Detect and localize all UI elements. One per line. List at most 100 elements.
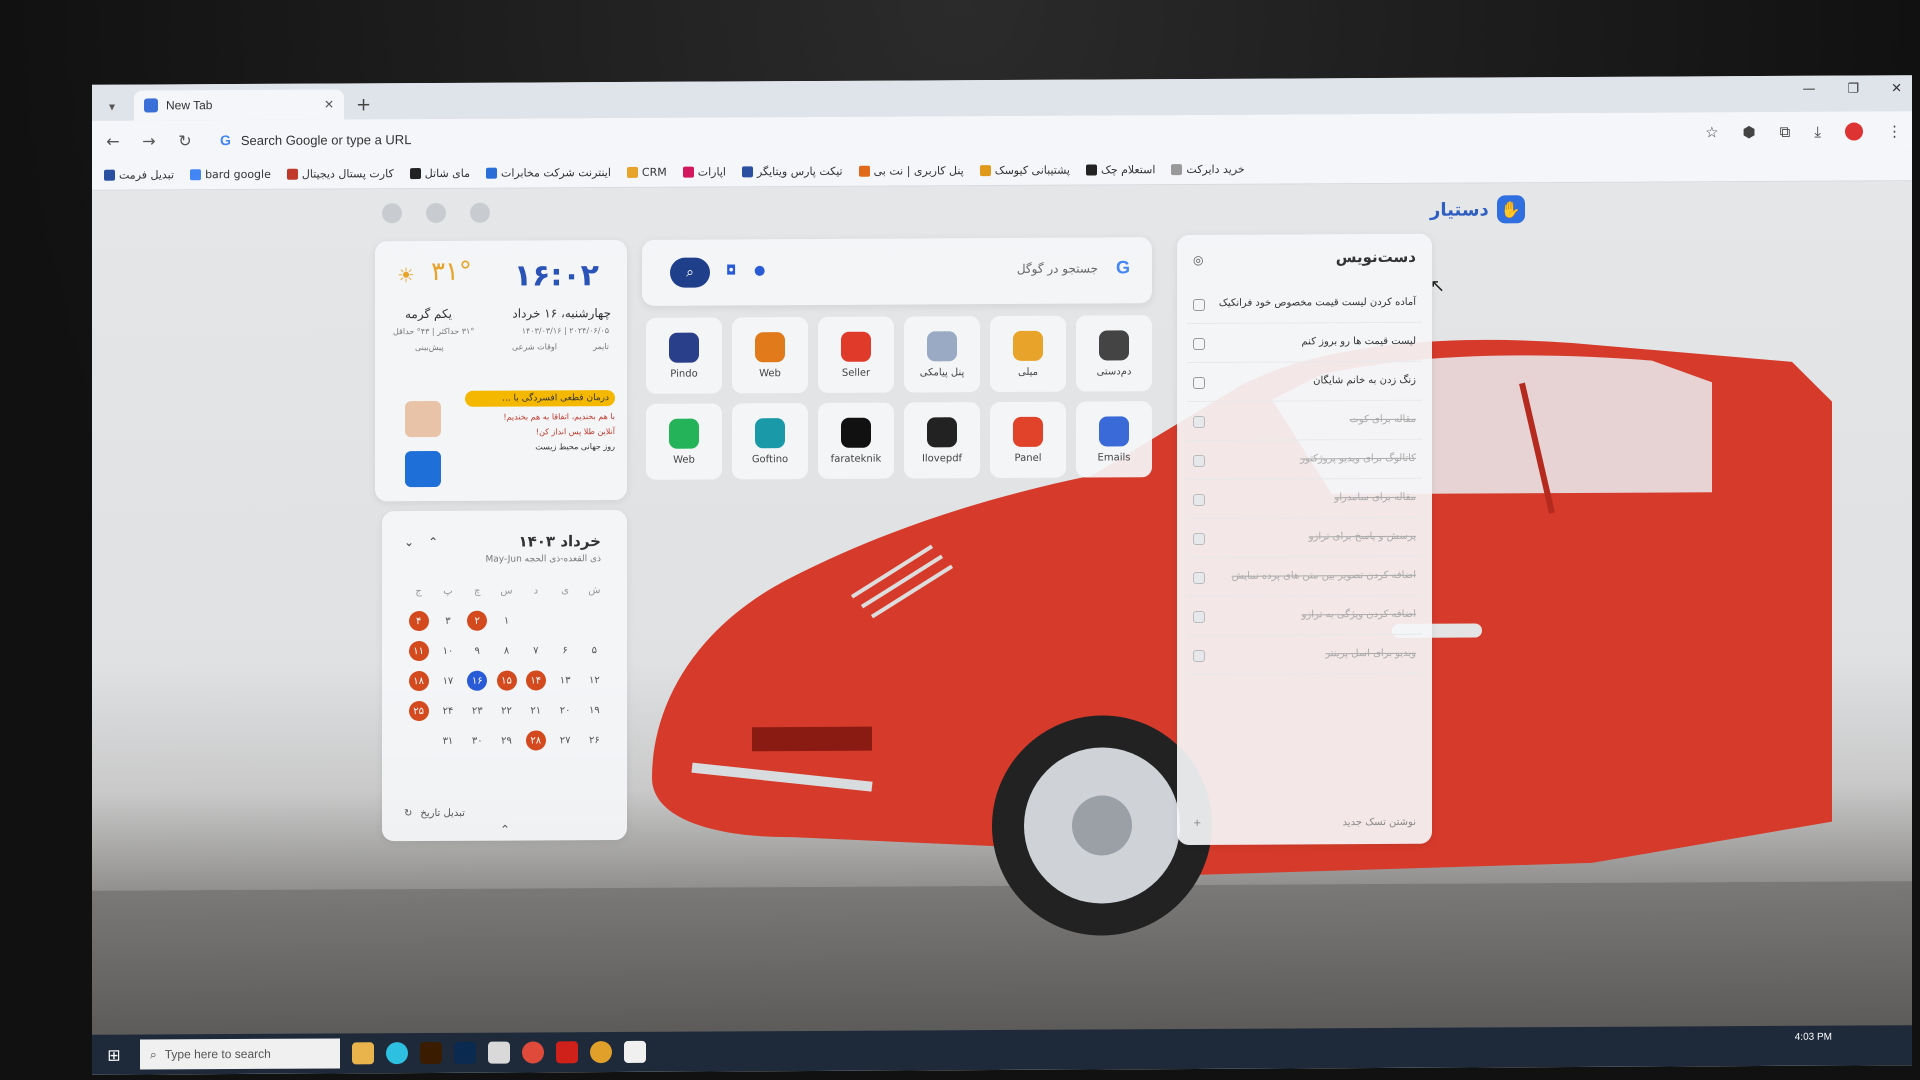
todo-checkbox[interactable] xyxy=(1193,337,1205,350)
calendar-day[interactable]: ۲۱ xyxy=(521,700,550,720)
new-tab-button[interactable]: + xyxy=(356,89,371,119)
todo-item[interactable]: اضافه کردن تصویر بین متن های پرده نمایش xyxy=(1187,556,1422,598)
hide-eye-icon[interactable]: ◎ xyxy=(1193,253,1203,267)
chevron-down-icon[interactable]: ⌄ xyxy=(404,535,414,549)
todo-item[interactable]: آماده کردن لیست قیمت مخصوص خود فرانکیک xyxy=(1187,283,1422,325)
bookmark-item[interactable]: CRM xyxy=(626,166,667,179)
mic-icon[interactable]: ● xyxy=(754,263,765,278)
news-line[interactable]: روز جهانی محیط زیست xyxy=(465,442,615,452)
chrome-icon[interactable] xyxy=(590,1041,612,1064)
bookmark-item[interactable]: تیکت پارس ویتایگر xyxy=(741,165,843,179)
search-button[interactable]: ⌕ xyxy=(670,257,710,288)
calendar-day[interactable]: ۱۸ xyxy=(404,671,433,692)
shortcut-panel[interactable]: Panel xyxy=(990,401,1066,479)
collapse-icon[interactable]: ⌃ xyxy=(500,823,510,837)
mini-app-icon[interactable] xyxy=(405,400,441,438)
todo-checkbox[interactable] xyxy=(1193,415,1205,428)
calendar-title[interactable]: خرداد ۱۴۰۳ xyxy=(518,532,601,550)
todo-checkbox[interactable] xyxy=(1193,571,1205,584)
todo-item[interactable]: کاتالوگ برای ویدیو پروژکتور xyxy=(1187,439,1422,481)
bookmark-item[interactable]: تبدیل فرمت xyxy=(104,168,174,182)
tab-search-button[interactable]: ▾ xyxy=(100,93,124,121)
bookmark-item[interactable]: خرید دایرکت xyxy=(1171,163,1245,176)
profile-avatar[interactable] xyxy=(1845,122,1863,141)
timer-link[interactable]: تایمر xyxy=(593,342,609,351)
taskbar-clock[interactable]: 4:03 PM xyxy=(1795,1032,1832,1043)
calendar-day[interactable]: ۲۷ xyxy=(550,730,579,750)
calendar-day[interactable]: ۵ xyxy=(580,640,609,660)
mini-app-icon[interactable] xyxy=(405,450,441,488)
shortcut-pindo[interactable]: Pindo xyxy=(646,317,722,394)
calendar-day[interactable]: ۱۰ xyxy=(433,641,462,661)
search-input[interactable]: جستجو در گوگل xyxy=(1017,261,1098,275)
news-line[interactable]: آنلاین طلا پس انداز کن! xyxy=(465,427,615,437)
extension-icon[interactable]: ⬢ xyxy=(1743,123,1756,141)
bookmark-item[interactable]: پشتیبانی کیوسک xyxy=(979,164,1070,177)
bookmark-item[interactable]: مای شاتل xyxy=(409,167,470,180)
taskbar-search[interactable]: ⌕ Type here to search xyxy=(140,1038,340,1070)
photos-icon[interactable] xyxy=(624,1040,646,1063)
calendar-day[interactable]: ۱۳ xyxy=(550,670,579,690)
camera-icon[interactable]: ◘ xyxy=(726,263,736,278)
file-explorer-icon[interactable] xyxy=(352,1042,374,1065)
chevron-up-icon[interactable]: ⌃ xyxy=(428,535,438,549)
acrobat-icon[interactable] xyxy=(556,1041,578,1064)
calendar-day[interactable]: ۲۳ xyxy=(463,701,492,721)
bookmark-item[interactable]: bard google xyxy=(190,168,271,181)
illustrator-icon[interactable] xyxy=(420,1041,442,1065)
shortcut-farateknik[interactable]: farateknik xyxy=(818,402,894,479)
download-icon[interactable]: ⤓ xyxy=(1814,123,1821,141)
todo-checkbox[interactable] xyxy=(1193,454,1205,467)
todo-checkbox[interactable] xyxy=(1193,298,1205,311)
calendar-day[interactable]: ۱ xyxy=(492,611,521,631)
shortcut-emails[interactable]: Emails xyxy=(1076,401,1152,478)
calendar-day[interactable]: ۱۹ xyxy=(580,700,609,720)
shortcut-whatsapp[interactable]: Web xyxy=(646,403,722,480)
add-task-row[interactable]: نوشتن تسک جدید + xyxy=(1187,811,1422,835)
calendar-day[interactable]: ۹ xyxy=(463,641,492,661)
todo-item[interactable]: مقاله برای کوت xyxy=(1187,400,1422,442)
calendar-day[interactable]: ۲۹ xyxy=(492,731,521,751)
tab-new-tab[interactable]: New Tab ✕ xyxy=(134,89,344,121)
shortcut-grid[interactable]: دم‌دستی xyxy=(1076,315,1152,392)
todo-item[interactable]: زنگ زدن به خانم شایگان xyxy=(1187,361,1422,403)
calendar-day[interactable]: ۲۵ xyxy=(404,701,433,722)
todo-checkbox[interactable] xyxy=(1193,532,1205,545)
menu-icon[interactable]: ⋮ xyxy=(1887,122,1902,140)
calendar-day[interactable]: ۳ xyxy=(433,611,462,631)
bookmark-item[interactable]: استعلام چک xyxy=(1085,163,1155,176)
bookmark-star-icon[interactable]: ☆ xyxy=(1705,123,1718,141)
shortcut-sms[interactable]: پنل پیامکی xyxy=(904,316,980,393)
todo-checkbox[interactable] xyxy=(1193,493,1205,506)
calendar-day[interactable]: ۳۰ xyxy=(463,731,492,751)
weather-forecast-link[interactable]: پیش‌بینی xyxy=(415,343,444,352)
check-badge-icon[interactable] xyxy=(470,202,490,223)
tab-close-icon[interactable]: ✕ xyxy=(324,97,334,111)
convert-date-button[interactable]: تبدیل تاریخ ↻ xyxy=(404,808,465,819)
calculator-icon[interactable] xyxy=(488,1041,510,1064)
news-line[interactable]: با هم بخندیم، اتفاقا به هم بخندیم! xyxy=(465,412,615,422)
settings-gear-icon[interactable] xyxy=(382,203,402,224)
forward-icon[interactable]: → xyxy=(138,131,160,150)
calendar-day[interactable]: ۲ xyxy=(463,610,492,631)
calendar-day[interactable]: ۷ xyxy=(521,640,550,660)
calendar-day[interactable]: ۲۰ xyxy=(550,700,579,720)
user-icon[interactable] xyxy=(426,202,446,224)
calendar-day[interactable]: ۲۲ xyxy=(492,701,521,721)
bookmark-item[interactable]: اپارات xyxy=(682,165,726,179)
news-badge[interactable]: درمان قطعی افسردگی با ... xyxy=(465,390,615,407)
bookmark-item[interactable]: کارت پستال دیجیتال xyxy=(286,167,394,181)
calendar-day[interactable]: ۶ xyxy=(550,640,579,660)
edge-icon[interactable] xyxy=(386,1042,408,1065)
todo-item[interactable]: اضافه کردن ویژگی به ترازو xyxy=(1187,595,1422,637)
calendar-day[interactable]: ۲۶ xyxy=(580,730,609,750)
bookmark-item[interactable]: اینترنت شرکت مخابرات xyxy=(486,166,611,180)
shortcut-milli[interactable]: میلی xyxy=(990,315,1066,393)
calendar-day[interactable]: ۴ xyxy=(404,611,433,632)
reload-icon[interactable]: ↻ xyxy=(174,131,196,150)
extensions-puzzle-icon[interactable]: ⧉ xyxy=(1780,123,1791,141)
todo-item[interactable]: مقاله برای سامدراو xyxy=(1187,478,1422,520)
calendar-day[interactable]: ۱۶ xyxy=(463,670,492,691)
calendar-day[interactable]: ۲۴ xyxy=(433,701,462,721)
shortcut-goftino[interactable]: Goftino xyxy=(732,403,808,480)
